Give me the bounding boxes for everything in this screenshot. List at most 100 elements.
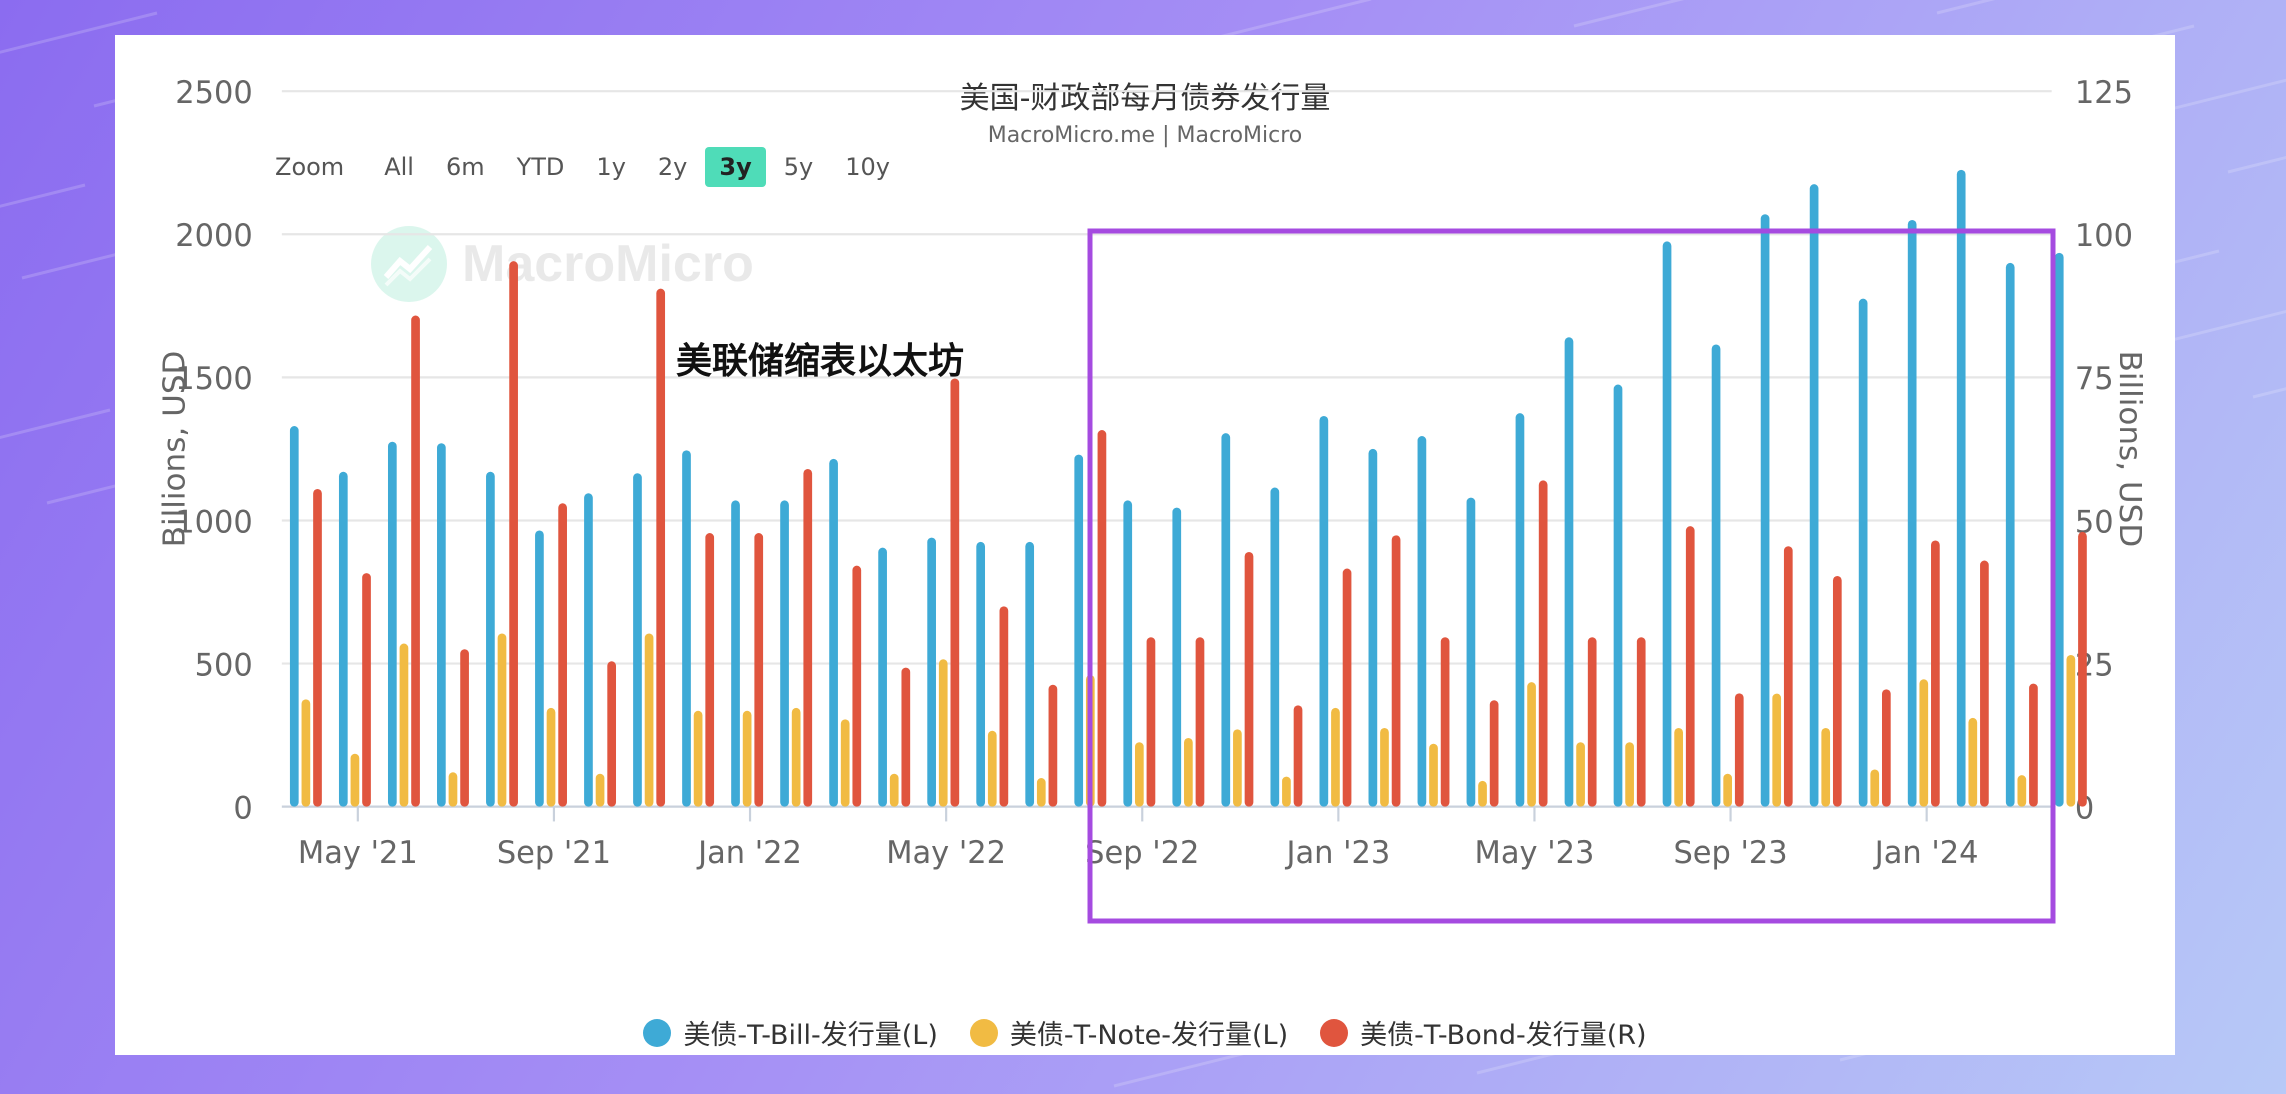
x-tick-label: May '21 (298, 835, 418, 871)
legend-item-tbill[interactable]: 美债-T-Bill-发行量(L) (643, 1013, 938, 1052)
bar-2 (607, 661, 617, 807)
x-tick-label: Sep '23 (1673, 835, 1787, 871)
bar-1 (1527, 682, 1536, 807)
bar-2 (1685, 526, 1695, 807)
bar-2 (1097, 430, 1107, 807)
background-stripe (1936, 0, 1996, 15)
background-stripe (2155, 309, 2286, 346)
bar-1 (644, 633, 654, 807)
bar-2 (901, 667, 911, 807)
bar-0 (976, 541, 986, 807)
bar-2 (2029, 683, 2038, 807)
y-left-tick-label: 0 (233, 790, 252, 826)
bar-0 (1123, 500, 1133, 807)
bar-2 (509, 261, 518, 807)
bar-1 (1625, 742, 1634, 807)
bar-2 (1048, 684, 1058, 807)
x-tick-label: Jan '22 (696, 835, 802, 871)
y-right-tick-label: 100 (2075, 218, 2133, 254)
bar-0 (1858, 298, 1868, 807)
bar-2 (1293, 705, 1303, 807)
bar-2 (313, 488, 322, 807)
bar-1 (1821, 727, 1831, 807)
bar-0 (1466, 497, 1476, 807)
bar-1 (448, 772, 458, 807)
bar-0 (878, 547, 887, 807)
bar-0 (1515, 413, 1525, 807)
bar-2 (999, 606, 1009, 807)
bar-0 (682, 450, 691, 807)
bar-0 (1172, 507, 1182, 807)
y-left-axis-title: Billions, USD (157, 351, 193, 548)
bar-1 (1723, 773, 1733, 807)
bar-0 (1368, 448, 1378, 807)
bar-1 (1919, 679, 1929, 807)
bar-1 (1968, 717, 1978, 807)
bar-0 (1221, 433, 1231, 807)
bar-2 (1391, 535, 1401, 807)
chart-card: 美国-财政部每月债券发行量 MacroMicro.me | MacroMicro… (115, 35, 2175, 1055)
bar-2 (852, 565, 862, 807)
bar-1 (1772, 693, 1782, 807)
bar-1 (1331, 707, 1340, 807)
bar-0 (2005, 262, 2015, 807)
bar-1 (1870, 769, 1880, 807)
bar-0 (633, 473, 642, 807)
bar-2 (1636, 637, 1646, 807)
chart-plot: 0 0500 251000 501500 752000 1002500 125Billion… (157, 75, 2148, 871)
bar-0 (2054, 252, 2064, 807)
bar-0 (1564, 337, 1574, 807)
bar-2 (1244, 551, 1254, 807)
bar-2 (411, 315, 420, 807)
bar-2 (362, 573, 371, 807)
legend-item-tbond[interactable]: 美债-T-Bond-发行量(R) (1320, 1013, 1647, 1052)
bar-1 (301, 699, 311, 807)
legend-label-tbond: 美债-T-Bond-发行量(R) (1360, 1020, 1647, 1051)
legend-item-tnote[interactable]: 美债-T-Note-发行量(L) (969, 1013, 1289, 1052)
bar-1 (1184, 737, 1193, 807)
bar-1 (1380, 727, 1389, 807)
bar-2 (1832, 575, 1842, 807)
legend-label-tnote: 美债-T-Note-发行量(L) (1009, 1020, 1289, 1051)
bar-0 (1809, 184, 1819, 807)
bar-2 (460, 649, 469, 807)
bar-1 (2017, 775, 2027, 807)
bar-2 (1587, 637, 1597, 807)
bar-1 (1134, 742, 1144, 807)
bar-1 (595, 773, 605, 807)
bar-1 (1036, 778, 1046, 807)
bar-1 (1282, 776, 1291, 807)
y-left-tick-label: 2000 (175, 218, 253, 254)
bar-2 (1538, 480, 1548, 807)
bar-0 (289, 426, 299, 807)
bar-2 (1146, 637, 1156, 807)
bar-2 (656, 288, 666, 807)
bar-0 (1907, 219, 1917, 807)
y-right-axis-title: Billions, USD (2112, 351, 2148, 548)
x-tick-label: Sep '21 (497, 835, 611, 871)
bar-0 (486, 471, 495, 807)
bar-2 (558, 503, 567, 807)
y-left-tick-label: 500 (195, 647, 253, 683)
bar-1 (1233, 729, 1242, 807)
y-left-tick-label: 2500 (175, 75, 253, 111)
bar-0 (387, 441, 397, 807)
bar-0 (1417, 436, 1427, 807)
bar-0 (584, 493, 593, 807)
legend-dot-tbill (643, 1018, 672, 1047)
bar-2 (754, 533, 764, 807)
x-tick-label: Sep '22 (1085, 835, 1199, 871)
bar-1 (840, 719, 850, 807)
bar-2 (1881, 689, 1891, 807)
bar-2 (1489, 700, 1499, 807)
bar-0 (731, 500, 740, 807)
bar-0 (1711, 344, 1721, 807)
x-tick-label: May '22 (886, 835, 1006, 871)
bar-0 (1662, 241, 1672, 807)
bar-0 (780, 500, 789, 807)
bar-1 (399, 643, 409, 807)
bar-0 (1025, 541, 1035, 807)
bar-1 (742, 710, 752, 807)
bar-2 (950, 378, 960, 807)
bar-1 (693, 710, 703, 807)
